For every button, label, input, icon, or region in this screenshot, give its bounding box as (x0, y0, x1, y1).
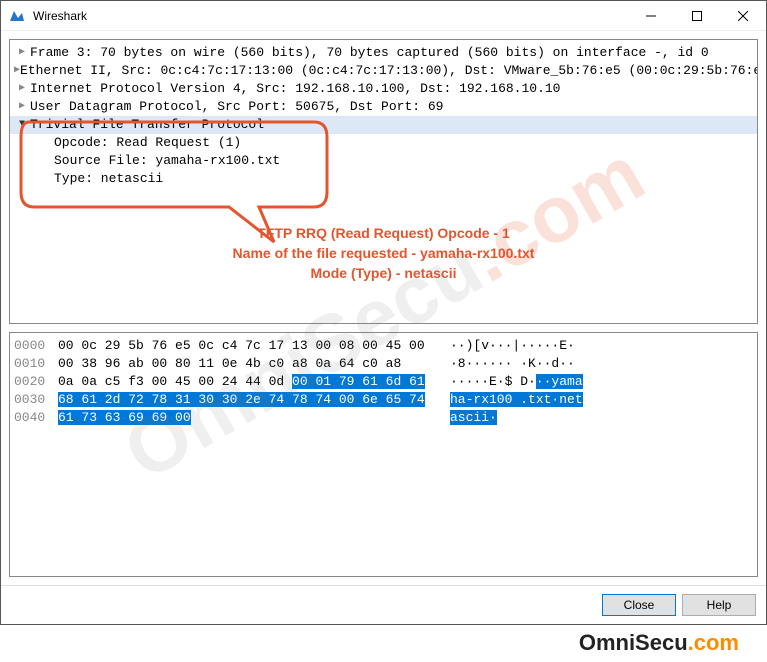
hex-row[interactable]: 003068 61 2d 72 78 31 30 30 2e 74 78 74 … (14, 391, 753, 409)
hex-offset: 0040 (14, 409, 58, 427)
titlebar-title: Wireshark (33, 9, 628, 23)
chevron-right-icon[interactable]: ▶ (14, 80, 30, 98)
tree-row-text: Source File: yamaha-rx100.txt (54, 152, 280, 170)
tree-row[interactable]: Type: netascii (10, 170, 757, 188)
hex-bytes: 61 73 63 69 69 00 (58, 409, 450, 427)
tree-row-text: Opcode: Read Request (1) (54, 134, 241, 152)
tree-row-text: Type: netascii (54, 170, 163, 188)
chevron-right-icon[interactable]: ▶ (14, 98, 30, 116)
tree-row[interactable]: Opcode: Read Request (1) (10, 134, 757, 152)
close-button[interactable]: Close (602, 594, 676, 616)
hex-row[interactable]: 00200a 0a c5 f3 00 45 00 24 44 0d 00 01 … (14, 373, 753, 391)
window: Wireshark ▶Frame 3: 70 bytes on wire (56… (0, 0, 767, 625)
maximize-button[interactable] (674, 1, 720, 31)
hex-offset: 0000 (14, 337, 58, 355)
hex-ascii: ··)[v···|·····E· (450, 337, 575, 355)
help-button[interactable]: Help (682, 594, 756, 616)
packet-bytes-panel[interactable]: 000000 0c 29 5b 76 e5 0c c4 7c 17 13 00 … (9, 332, 758, 577)
titlebar-controls (628, 1, 766, 31)
maximize-icon (692, 11, 702, 21)
tree-row[interactable]: Source File: yamaha-rx100.txt (10, 152, 757, 170)
close-icon (738, 11, 748, 21)
tree-row[interactable]: ▶Ethernet II, Src: 0c:c4:7c:17:13:00 (0c… (10, 62, 757, 80)
annotation-line: Mode (Type) - netascii (1, 263, 766, 283)
annotation-line: TFTP RRQ (Read Request) Opcode - 1 (1, 223, 766, 243)
hex-offset: 0020 (14, 373, 58, 391)
tree-row-text: Ethernet II, Src: 0c:c4:7c:17:13:00 (0c:… (20, 62, 758, 80)
hex-row[interactable]: 000000 0c 29 5b 76 e5 0c c4 7c 17 13 00 … (14, 337, 753, 355)
hex-ascii: ascii· (450, 409, 497, 427)
hex-ascii: ha-rx100 .txt·net (450, 391, 583, 409)
tree-row-text: Internet Protocol Version 4, Src: 192.16… (30, 80, 561, 98)
close-window-button[interactable] (720, 1, 766, 31)
tree-row-text: User Datagram Protocol, Src Port: 50675,… (30, 98, 443, 116)
hex-row[interactable]: 001000 38 96 ab 00 80 11 0e 4b c0 a8 0a … (14, 355, 753, 373)
chevron-down-icon[interactable]: ▼ (14, 116, 30, 134)
minimize-icon (646, 11, 656, 21)
wireshark-icon (9, 8, 25, 24)
hex-offset: 0010 (14, 355, 58, 373)
brand-label: OmniSecu.com (579, 630, 739, 656)
minimize-button[interactable] (628, 1, 674, 31)
tree-row[interactable]: ▶Frame 3: 70 bytes on wire (560 bits), 7… (10, 44, 757, 62)
hex-offset: 0030 (14, 391, 58, 409)
hex-ascii: ·8······ ·K··d·· (450, 355, 575, 373)
hex-bytes: 68 61 2d 72 78 31 30 30 2e 74 78 74 00 6… (58, 391, 450, 409)
annotation-line: Name of the file requested - yamaha-rx10… (1, 243, 766, 263)
tree-row-text: Trivial File Transfer Protocol (30, 116, 264, 134)
tree-row[interactable]: ▶Internet Protocol Version 4, Src: 192.1… (10, 80, 757, 98)
footer: Close Help (1, 585, 766, 624)
tree-row-text: Frame 3: 70 bytes on wire (560 bits), 70… (30, 44, 709, 62)
tree-row[interactable]: ▶User Datagram Protocol, Src Port: 50675… (10, 98, 757, 116)
hex-row[interactable]: 004061 73 63 69 69 00ascii· (14, 409, 753, 427)
chevron-right-icon[interactable]: ▶ (14, 44, 30, 62)
hex-bytes: 0a 0a c5 f3 00 45 00 24 44 0d 00 01 79 6… (58, 373, 450, 391)
hex-bytes: 00 0c 29 5b 76 e5 0c c4 7c 17 13 00 08 0… (58, 337, 450, 355)
hex-ascii: ·····E·$ D···yama (450, 373, 583, 391)
tree-row[interactable]: ▼Trivial File Transfer Protocol (10, 116, 757, 134)
hex-bytes: 00 38 96 ab 00 80 11 0e 4b c0 a8 0a 64 c… (58, 355, 450, 373)
annotation-text: TFTP RRQ (Read Request) Opcode - 1 Name … (1, 223, 766, 283)
titlebar: Wireshark (1, 1, 766, 31)
